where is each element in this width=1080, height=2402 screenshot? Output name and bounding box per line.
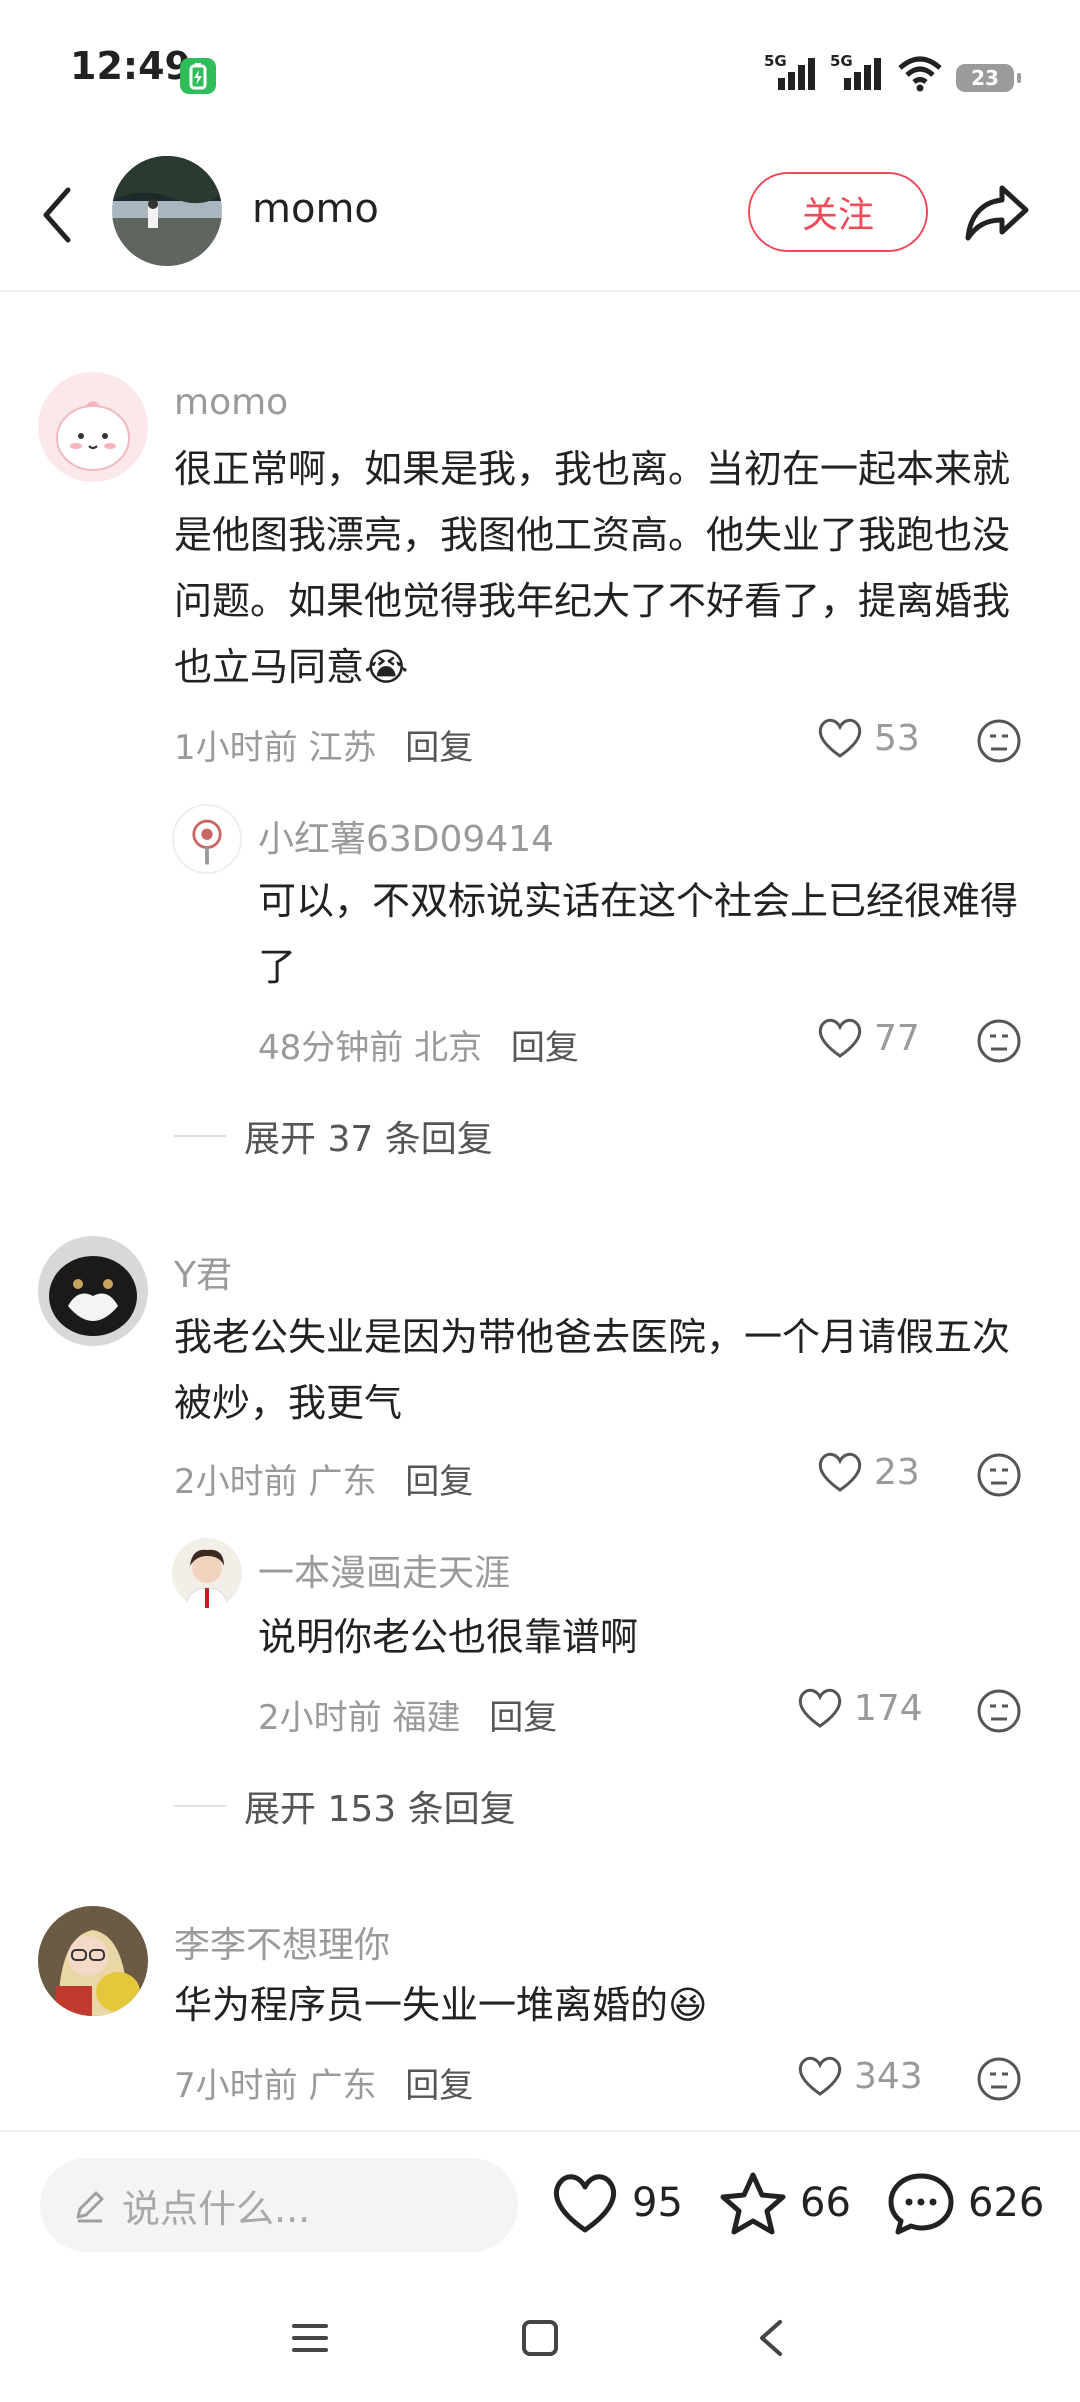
post-like-count: 95 — [632, 2180, 683, 2226]
heart-icon — [818, 1018, 862, 1058]
post-comment-count: 626 — [968, 2180, 1045, 2226]
reply-button[interactable]: 回复 — [489, 1698, 557, 1738]
comment-text: 华为程序员一失业一堆离婚的😆 — [174, 1983, 708, 2027]
author-name[interactable]: momo — [252, 186, 379, 232]
reply-button[interactable]: 回复 — [405, 2066, 473, 2106]
home-icon[interactable] — [520, 2318, 560, 2358]
share-icon[interactable] — [962, 176, 1034, 246]
comment-input[interactable]: 说点什么... — [40, 2158, 518, 2252]
post-comment-button[interactable]: 626 — [886, 2170, 1044, 2236]
like-count: 77 — [874, 1017, 920, 1059]
post-favorite-button[interactable]: 66 — [718, 2170, 851, 2236]
comment-location: 广东 — [308, 2066, 377, 2106]
comment-avatar[interactable] — [38, 1906, 148, 2016]
like-button[interactable]: 23 — [816, 1450, 920, 1494]
like-button[interactable]: 53 — [816, 716, 920, 760]
reply-time: 48分钟前 — [258, 1028, 404, 1068]
comment-username[interactable]: momo — [174, 382, 288, 423]
signal-icon: 5G — [764, 52, 818, 92]
comment-meta: 2小时前 广东 回复 — [174, 1454, 473, 1503]
post-like-button[interactable]: 95 — [550, 2170, 683, 2236]
battery-saver-icon — [180, 58, 216, 94]
emoji-react-icon[interactable] — [976, 718, 1022, 764]
back-icon[interactable] — [34, 180, 84, 250]
comment-username[interactable]: 李李不想理你 — [174, 1916, 390, 1968]
like-count: 343 — [854, 2055, 923, 2097]
heart-icon — [818, 1452, 862, 1492]
expand-replies[interactable]: 展开 37 条回复 — [174, 1110, 493, 1162]
heart-icon — [553, 2174, 617, 2233]
menu-icon[interactable] — [290, 2318, 330, 2358]
status-icons: 5G 5G 23 — [764, 52, 1021, 92]
reply-button[interactable]: 回复 — [405, 728, 473, 768]
heart-icon — [798, 2056, 842, 2096]
comment-time: 1小时前 — [174, 728, 298, 768]
reply-meta: 48分钟前 北京 回复 — [258, 1020, 579, 1069]
comment-text: 很正常啊，如果是我，我也离。当初在一起本来就是他图我漂亮，我图他工资高。他失业了… — [174, 447, 1011, 689]
reply-text: 说明你老公也很靠谱啊 — [258, 1615, 639, 1659]
heart-icon — [818, 718, 862, 758]
reply-location: 北京 — [414, 1028, 483, 1068]
comment-meta: 7小时前 广东 回复 — [174, 2058, 473, 2107]
comment-time: 2小时前 — [174, 1462, 298, 1502]
emoji-react-icon[interactable] — [976, 1688, 1022, 1734]
pencil-icon — [76, 2191, 104, 2223]
emoji-react-icon[interactable] — [976, 1452, 1022, 1498]
comment-avatar[interactable] — [38, 1236, 148, 1346]
like-button[interactable]: 77 — [816, 1016, 920, 1060]
author-avatar[interactable] — [112, 156, 222, 266]
comment-text: 我老公失业是因为带他爸去医院，一个月请假五次被炒，我更气 — [174, 1315, 1011, 1425]
comment-location: 广东 — [308, 1462, 377, 1502]
wifi-icon — [898, 56, 942, 92]
signal-icon-2: 5G — [830, 52, 884, 92]
post-favorite-count: 66 — [800, 2180, 851, 2226]
emoji-react-icon[interactable] — [976, 2056, 1022, 2102]
reply-text: 可以，不双标说实话在这个社会上已经很难得了 — [258, 879, 1019, 989]
comment-avatar[interactable] — [38, 372, 148, 482]
comment-bubble-icon — [888, 2173, 954, 2235]
like-count: 23 — [874, 1451, 920, 1493]
nav-back-icon[interactable] — [752, 2318, 792, 2358]
comment-time: 7小时前 — [174, 2066, 298, 2106]
comment-location: 江苏 — [308, 728, 377, 768]
star-icon — [720, 2172, 786, 2235]
like-button[interactable]: 343 — [796, 2054, 923, 2098]
battery-indicator: 23 — [956, 64, 1021, 92]
reply-location: 福建 — [392, 1698, 461, 1738]
reply-username[interactable]: 一本漫画走天涯 — [258, 1544, 510, 1596]
reply-button[interactable]: 回复 — [511, 1028, 579, 1068]
comment-input-placeholder: 说点什么... — [122, 2186, 311, 2231]
reply-avatar[interactable] — [172, 804, 242, 874]
reply-time: 2小时前 — [258, 1698, 382, 1738]
reply-button[interactable]: 回复 — [405, 1462, 473, 1502]
reply-meta: 2小时前 福建 回复 — [258, 1690, 557, 1739]
like-count: 53 — [874, 717, 920, 759]
status-time: 12:49 — [70, 44, 191, 88]
follow-button[interactable]: 关注 — [748, 172, 928, 252]
like-count: 174 — [854, 1687, 923, 1729]
comment-meta: 1小时前 江苏 回复 — [174, 720, 473, 769]
like-button[interactable]: 174 — [796, 1686, 923, 1730]
heart-icon — [798, 1688, 842, 1728]
expand-replies[interactable]: 展开 153 条回复 — [174, 1780, 516, 1832]
comment-username[interactable]: Y君 — [174, 1246, 232, 1298]
emoji-react-icon[interactable] — [976, 1018, 1022, 1064]
reply-avatar[interactable] — [172, 1538, 242, 1608]
reply-username[interactable]: 小红薯63D09414 — [258, 810, 554, 862]
